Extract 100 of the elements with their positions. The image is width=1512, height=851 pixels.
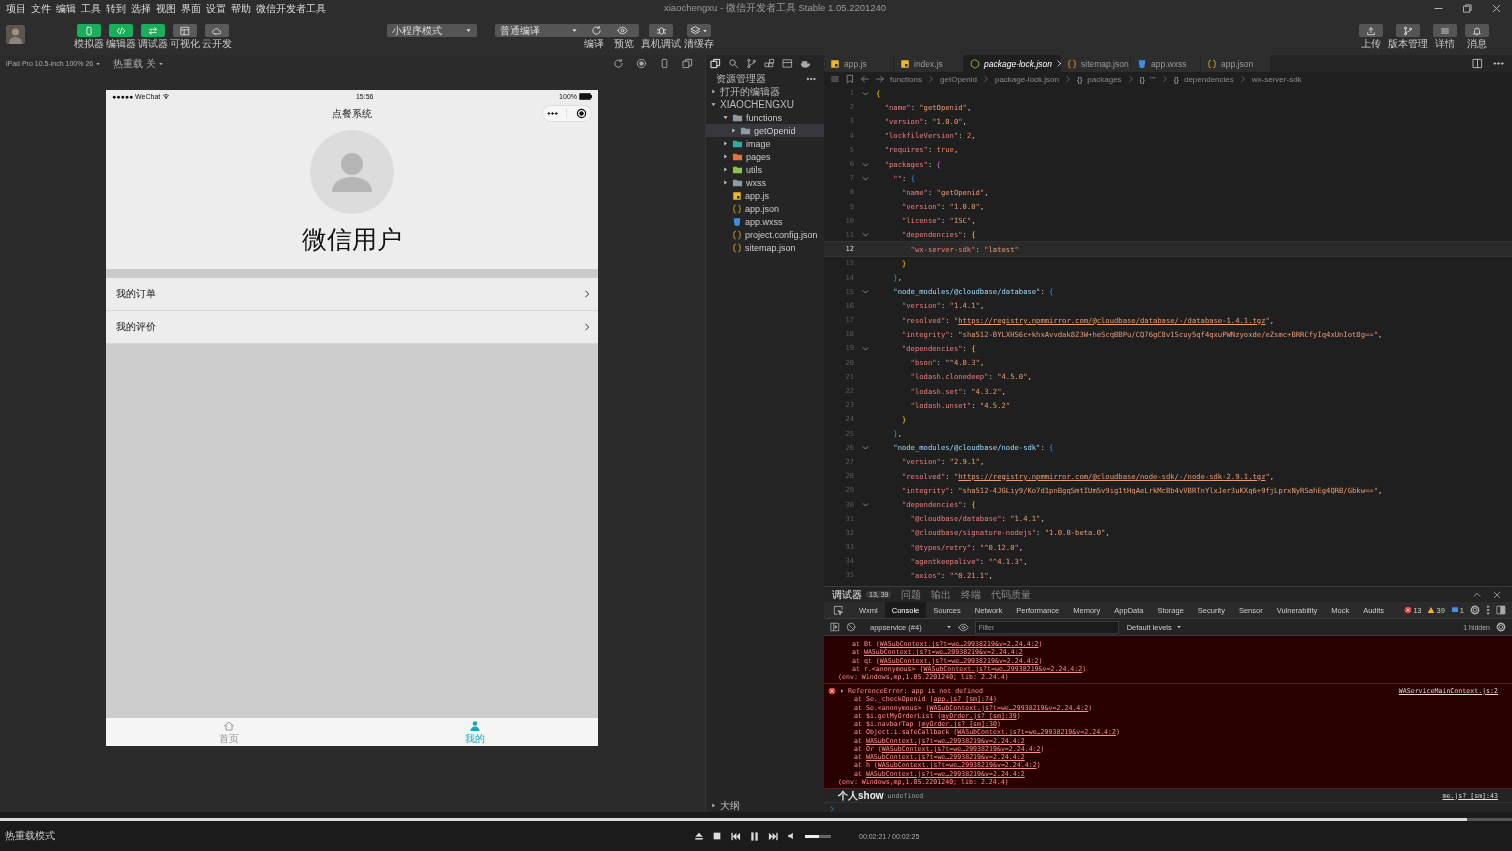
branch-icon[interactable] — [746, 58, 757, 69]
split-editor-icon[interactable] — [1472, 58, 1483, 69]
close-icon[interactable] — [1492, 589, 1502, 600]
file-tree-item[interactable]: getOpenid — [706, 124, 824, 137]
panel-tab[interactable]: 输出 — [931, 587, 952, 602]
breadcrumb-item[interactable]: functions — [890, 74, 923, 84]
menu-row[interactable]: 我的评价 — [106, 311, 598, 344]
menu-row[interactable]: 我的订单 — [106, 278, 598, 311]
editor-tab[interactable]: sitemap.json — [1061, 55, 1131, 72]
editor-tab[interactable]: app.js — [824, 55, 894, 72]
rotate-icon[interactable] — [613, 58, 624, 69]
file-tree-item[interactable]: utils — [706, 163, 824, 176]
inspect-icon[interactable] — [833, 604, 844, 616]
view-toggle-button[interactable] — [77, 24, 101, 37]
file-tree-item[interactable]: project.config.json — [706, 228, 824, 241]
menu-item[interactable]: 视图 — [156, 1, 176, 16]
capsule-button[interactable] — [542, 105, 592, 122]
volume-slider[interactable] — [805, 834, 831, 838]
file-tree-item[interactable]: image — [706, 137, 824, 150]
branch-button[interactable] — [1396, 24, 1420, 37]
back-icon[interactable] — [860, 74, 870, 84]
eject-icon[interactable] — [694, 831, 704, 841]
device-debug-button[interactable] — [649, 24, 673, 37]
previous-icon[interactable] — [730, 830, 741, 842]
status-text: 热重载模式 — [5, 829, 55, 843]
bell-button[interactable] — [1465, 24, 1489, 37]
close-icon[interactable] — [1491, 3, 1502, 14]
tree-section[interactable]: XIAOCHENGXU — [706, 98, 824, 111]
dock-icon[interactable] — [1496, 605, 1506, 615]
json-file-icon — [732, 203, 742, 214]
settings-icon[interactable] — [1470, 605, 1480, 615]
info-icon — [1450, 606, 1459, 614]
list-button[interactable] — [1433, 24, 1457, 37]
branch-icon — [1403, 25, 1413, 36]
phone-icon[interactable] — [659, 58, 670, 69]
clear-cache-button[interactable] — [687, 24, 711, 37]
stop-icon[interactable] — [712, 831, 722, 841]
file-tree-item[interactable]: functions — [706, 111, 824, 124]
file-tree-item[interactable]: sitemap.json — [706, 241, 824, 254]
pause-icon[interactable] — [749, 830, 760, 842]
sidebar-icon[interactable] — [830, 622, 840, 632]
toolbar-label: 模拟器 — [74, 38, 104, 49]
json-file-icon — [1067, 58, 1077, 69]
breadcrumb-item[interactable]: "" — [1149, 74, 1156, 84]
settings-icon[interactable] — [1496, 622, 1506, 632]
toolbar-label: 可视化 — [170, 38, 200, 49]
editor-tab[interactable]: app.wxss — [1131, 55, 1201, 72]
breadcrumb-item[interactable]: package-lock.json — [994, 74, 1059, 84]
menu-item[interactable]: 文件 — [31, 1, 51, 16]
blocks-icon[interactable] — [764, 58, 775, 69]
bookmark-icon[interactable] — [845, 74, 855, 84]
editor-tab[interactable]: index.js — [894, 55, 964, 72]
menu-item[interactable]: 设置 — [206, 1, 226, 16]
breadcrumb-item[interactable]: getOpenid — [940, 74, 977, 84]
file-tree-item[interactable]: app.json — [706, 202, 824, 215]
forward-icon[interactable] — [875, 74, 885, 84]
copy-icon[interactable] — [682, 58, 693, 69]
panel-icon[interactable] — [782, 58, 793, 69]
menu-item[interactable]: 帮助 — [231, 1, 251, 16]
editor-tab[interactable]: app.json — [1201, 55, 1271, 72]
file-tree-item[interactable]: app.wxss — [706, 215, 824, 228]
person-icon — [469, 720, 481, 732]
menu-item[interactable]: 编辑 — [56, 1, 76, 16]
menu-item[interactable]: 微信开发者工具 — [256, 1, 326, 16]
menu-item[interactable]: 工具 — [81, 1, 101, 16]
chevron-right-icon — [1160, 75, 1169, 83]
home-icon — [223, 720, 235, 732]
view-toggle-button[interactable] — [109, 24, 133, 37]
view-toggle-button[interactable] — [141, 24, 165, 37]
menu-item[interactable]: 界面 — [181, 1, 201, 16]
panel-tab[interactable]: 问题 — [901, 587, 922, 602]
phone-icon — [84, 25, 94, 36]
view-toggle-button[interactable] — [173, 24, 197, 37]
file-tree-item[interactable]: wxss — [706, 176, 824, 189]
tree-section[interactable]: 打开的编辑器 — [706, 85, 824, 98]
panel-tab[interactable]: 代码质量 — [991, 587, 1032, 602]
search-icon[interactable] — [728, 58, 739, 69]
avatar-icon[interactable] — [6, 25, 25, 44]
breadcrumb-item[interactable]: wx-server-sdk — [1251, 74, 1302, 84]
menu-item[interactable]: 选择 — [131, 1, 151, 16]
upload-button[interactable] — [1359, 24, 1383, 37]
bell-icon — [1472, 25, 1482, 36]
eye-icon[interactable] — [957, 621, 969, 633]
breadcrumb-item[interactable]: dependencies — [1183, 74, 1234, 84]
clear-icon[interactable] — [846, 622, 856, 632]
editor-tab[interactable]: package-lock.json — [964, 55, 1061, 72]
tree-section[interactable]: 大纲 — [706, 799, 824, 812]
panel-tab[interactable]: 终端 — [961, 587, 982, 602]
restore-icon[interactable] — [1462, 3, 1473, 14]
hot-reload-dropdown[interactable]: 热重载 关 — [113, 56, 164, 71]
record-icon[interactable] — [636, 58, 647, 69]
view-toggle-button[interactable] — [205, 24, 229, 37]
mode-dropdown[interactable]: 小程序模式 — [387, 24, 477, 37]
menu-item[interactable]: 项目 — [6, 1, 26, 16]
breadcrumb-item[interactable]: packages — [1087, 74, 1122, 84]
file-tree-item[interactable]: app.js — [706, 189, 824, 202]
files-icon[interactable] — [710, 58, 721, 69]
next-icon[interactable] — [768, 830, 779, 842]
file-tree-item[interactable]: pages — [706, 150, 824, 163]
menu-item[interactable]: 转到 — [106, 1, 126, 16]
